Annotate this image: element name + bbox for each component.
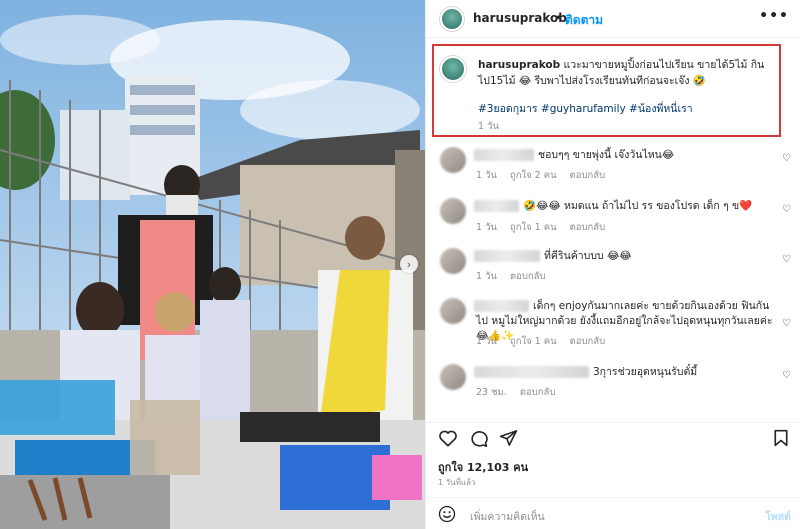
comment-meta: 23 ชม. ตอบกลับ [476, 385, 565, 400]
chevron-right-icon[interactable]: › [400, 255, 418, 273]
bookmark-icon[interactable] [773, 429, 789, 447]
comment-meta: 1 วัน ถูกใจ 2 คน ตอบกลับ [476, 168, 615, 183]
post-date: 1 วันที่แล้ว [438, 478, 476, 487]
comment-icon[interactable] [469, 429, 489, 447]
blurred-username [474, 200, 519, 212]
comment-likes[interactable]: ถูกใจ 1 คน [510, 336, 557, 347]
reply-button[interactable]: ตอบกลับ [570, 336, 606, 347]
add-comment-bar: เพิ่มความคิดเห็น โพสต์ [426, 497, 800, 529]
avatar[interactable] [440, 7, 464, 31]
caption-time: 1 วัน [478, 121, 499, 132]
comment-likes[interactable]: ถูกใจ 2 คน [510, 170, 557, 181]
comment-avatar[interactable] [440, 147, 466, 173]
post-image [0, 0, 425, 529]
follow-button[interactable]: ติดตาม [565, 11, 603, 30]
comment-time: 1 วัน [476, 271, 497, 282]
comment-meta: 1 วัน ถูกใจ 1 คน ตอบกลับ [476, 334, 615, 349]
heart-icon[interactable]: ♡ [782, 370, 791, 381]
comment-time: 1 วัน [476, 336, 497, 347]
heart-icon[interactable]: ♡ [782, 318, 791, 329]
comment-avatar[interactable] [440, 248, 466, 274]
reply-button[interactable]: ตอบกลับ [520, 387, 556, 398]
caption-hashtags[interactable]: #3ยอดกุมาร #guyharufamily #น้องพี่หนี่เร… [478, 100, 693, 117]
blurred-username [474, 149, 534, 161]
likes-count[interactable]: ถูกใจ 12,103 คน [438, 458, 528, 476]
reply-button[interactable]: ตอบกลับ [570, 222, 606, 233]
post-username[interactable]: harusuprakob [473, 11, 567, 25]
post-comment-button[interactable]: โพสต์ [765, 508, 791, 525]
comment-text: ที่คีรินค้าบบบ 😂😂 [544, 250, 632, 262]
more-options-icon[interactable]: ••• [759, 8, 789, 24]
blurred-username [474, 250, 540, 262]
comment-text: 🤣😂😂 หมดแน ถ้าไม่ไป รร ของโปรด เด็ก ๆ ข❤️ [523, 200, 753, 212]
post-header: harusuprakob • ติดตาม ••• [426, 0, 800, 38]
post-sidebar: harusuprakob • ติดตาม ••• harusuprakob แ… [425, 0, 800, 529]
reply-button[interactable]: ตอบกลับ [570, 170, 606, 181]
reply-button[interactable]: ตอบกลับ [510, 271, 546, 282]
caption-username[interactable]: harusuprakob [478, 59, 560, 71]
emoji-icon[interactable] [438, 505, 456, 523]
separator-dot: • [555, 11, 563, 25]
caption-highlight: harusuprakob แวะมาขายหมูปิ้งก่อนไปเรียน … [432, 44, 781, 137]
share-icon[interactable] [499, 429, 518, 447]
comment-likes[interactable]: ถูกใจ 1 คน [510, 222, 557, 233]
heart-icon[interactable]: ♡ [782, 254, 791, 265]
comment-time: 1 วัน [476, 170, 497, 181]
post-photo[interactable]: › [0, 0, 425, 529]
comment-avatar[interactable] [440, 198, 466, 224]
blurred-username [474, 366, 589, 378]
comment-meta: 1 วัน ตอบกลับ [476, 269, 555, 284]
comment-time: 1 วัน [476, 222, 497, 233]
comment-avatar[interactable] [440, 298, 466, 324]
comment-avatar[interactable] [440, 364, 466, 390]
comment-meta: 1 วัน ถูกใจ 1 คน ตอบกลับ [476, 220, 615, 235]
comment-text: ชอบๆๆ ขายพุ่งนี้ เจ๊งวันไหน😂 [538, 149, 675, 161]
comment-time: 23 ชม. [476, 387, 507, 398]
add-comment-input[interactable]: เพิ่มความคิดเห็น [470, 508, 545, 525]
post-actions [426, 422, 800, 452]
caption-avatar[interactable] [440, 56, 466, 82]
comment-text: 3กุารช่วยอุดหนุนรับตั๋มี้ [593, 366, 698, 378]
heart-icon[interactable]: ♡ [782, 204, 791, 215]
heart-icon[interactable] [438, 429, 458, 447]
heart-icon[interactable]: ♡ [782, 153, 791, 164]
caption-text: harusuprakob แวะมาขายหมูปิ้งก่อนไปเรียน … [478, 57, 776, 89]
